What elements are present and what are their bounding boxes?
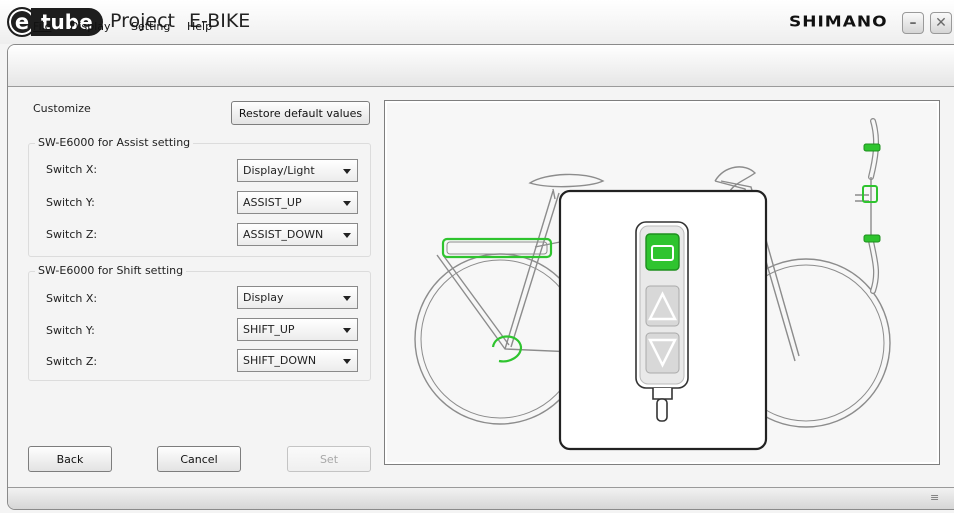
assist-switch-z-select[interactable]: ASSIST_DOWN (237, 223, 358, 246)
cancel-button[interactable]: Cancel (157, 446, 241, 472)
cancel-button-label: Cancel (180, 452, 218, 466)
app-window: e tube Project E-BIKE SHIMANO – ✕ File Di… (0, 0, 954, 513)
shift-switch-x-select[interactable]: Display (237, 286, 358, 309)
shimano-brand-logo: SHIMANO (789, 13, 888, 31)
shift-switch-y-value: SHIFT_UP (243, 323, 295, 336)
shift-switch-z-label: Switch Z: (46, 355, 98, 368)
menu-help-label: Help (187, 20, 213, 33)
shift-switch-y-label: Switch Y: (46, 324, 95, 337)
restore-defaults-label: Restore default values (238, 106, 363, 120)
assist-switch-y-select[interactable]: ASSIST_UP (237, 191, 358, 214)
shift-switch-y-select[interactable]: SHIFT_UP (237, 318, 358, 341)
assist-switch-x-select[interactable]: Display/Light (237, 159, 358, 182)
customize-heading: Customize (33, 102, 91, 115)
minimize-icon: – (909, 15, 917, 31)
chevron-down-icon (343, 328, 351, 333)
saddle (528, 173, 605, 188)
menu-help[interactable]: Help (187, 20, 212, 33)
assist-switch-z-value: ASSIST_DOWN (243, 228, 324, 241)
handlebar-diagram (855, 118, 881, 294)
back-button-label: Back (56, 452, 84, 466)
switch-x-button-highlight (645, 233, 680, 271)
shift-switch-x-value: Display (243, 291, 284, 304)
menu-file-label: File (33, 20, 52, 33)
assist-group-title: SW-E6000 for Assist setting (35, 136, 194, 149)
menu-setting[interactable]: Setting (131, 20, 170, 33)
shift-switch-z-select[interactable]: SHIFT_DOWN (237, 349, 358, 372)
menu-display-label: Display (70, 20, 111, 33)
set-button[interactable]: Set (287, 446, 371, 472)
resize-grip-icon[interactable]: ≡ (930, 491, 939, 504)
shift-switch-z-value: SHIFT_DOWN (243, 354, 317, 367)
assist-switch-y-value: ASSIST_UP (243, 196, 302, 209)
chevron-down-icon (343, 359, 351, 364)
bike-illustration-panel (384, 100, 940, 465)
close-button[interactable]: ✕ (930, 12, 952, 34)
shift-group-title: SW-E6000 for Shift setting (35, 264, 187, 277)
chevron-down-icon (343, 233, 351, 238)
close-icon: ✕ (935, 15, 947, 31)
switch-closeup (558, 189, 768, 451)
back-button[interactable]: Back (28, 446, 112, 472)
assist-switch-y-label: Switch Y: (46, 196, 95, 209)
status-bar (8, 487, 954, 509)
restore-defaults-button[interactable]: Restore default values (231, 101, 370, 125)
menu-bar (8, 45, 954, 87)
chevron-down-icon (343, 169, 351, 174)
handlebar (714, 166, 757, 192)
menu-file[interactable]: File (33, 20, 51, 33)
chevron-down-icon (343, 201, 351, 206)
menu-display[interactable]: Display (70, 20, 111, 33)
set-button-label: Set (319, 452, 339, 466)
assist-switch-x-value: Display/Light (243, 164, 315, 177)
assist-switch-z-label: Switch Z: (46, 228, 98, 241)
assist-switch-x-label: Switch X: (46, 163, 98, 176)
bicycle-illustration (414, 118, 891, 451)
menu-setting-label: Setting (131, 20, 171, 33)
switch-cable (656, 398, 668, 422)
chevron-down-icon (343, 296, 351, 301)
minimize-button[interactable]: – (902, 12, 924, 34)
shift-switch-x-label: Switch X: (46, 292, 98, 305)
